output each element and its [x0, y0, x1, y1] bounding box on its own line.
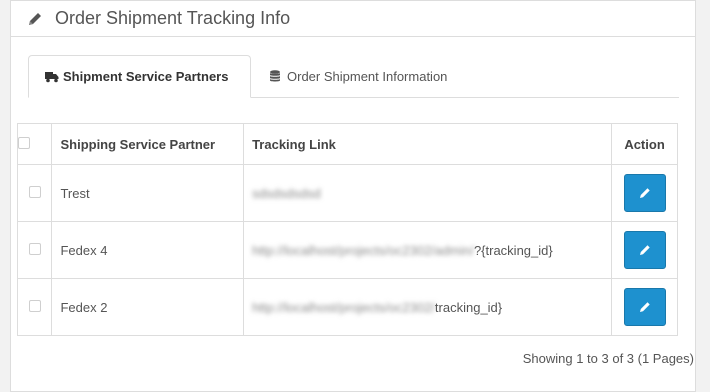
panel-title: Order Shipment Tracking Info [55, 8, 291, 28]
shipping-partners-table: Shipping Service Partner Tracking Link A… [16, 123, 678, 336]
row-checkbox[interactable] [28, 242, 41, 255]
tracking-link-redacted: sdsdsdsdsd [252, 185, 321, 201]
header-tracking-link[interactable]: Tracking Link [243, 123, 613, 165]
tracking-link-redacted: http://localhost/projects/oc2302/ [252, 299, 435, 315]
tab-label: Shipment Service Partners [63, 69, 229, 84]
tracking-link-visible: ?{tracking_id} [473, 242, 553, 258]
tracking-link: http://localhost/projects/oc2302/admin/?… [243, 221, 613, 279]
select-all-cell [16, 123, 53, 165]
edit-button[interactable] [623, 231, 666, 269]
edit-button[interactable] [623, 288, 666, 326]
pencil-icon [639, 245, 650, 255]
partner-name: Fedex 2 [51, 278, 245, 336]
header-partner[interactable]: Shipping Service Partner [51, 123, 245, 165]
tracking-link-redacted: http://localhost/projects/oc2302/admin/ [252, 242, 474, 258]
truck-icon [45, 71, 59, 83]
tab-bar: Shipment Service Partners Order Shipment… [28, 55, 679, 98]
pagination-summary: Showing 1 to 3 of 3 (1 Pages) [522, 351, 694, 366]
select-all-checkbox[interactable] [18, 136, 30, 149]
partner-name: Fedex 4 [51, 221, 245, 279]
pencil-icon [639, 188, 650, 198]
tab-label: Order Shipment Information [287, 68, 448, 84]
pencil-icon [27, 11, 43, 27]
tracking-link: http://localhost/projects/oc2302/trackin… [243, 278, 613, 336]
tracking-link-visible: tracking_id} [434, 299, 503, 315]
tab-shipment-service-partners[interactable]: Shipment Service Partners [28, 55, 251, 98]
database-icon [269, 70, 283, 82]
table-header-row: Shipping Service Partner Tracking Link A… [16, 123, 678, 165]
tab-order-shipment-information[interactable]: Order Shipment Information [269, 55, 447, 97]
table-row: Trest sdsdsdsdsd [16, 164, 678, 222]
table-row: Fedex 4 http://localhost/projects/oc2302… [16, 221, 678, 279]
row-checkbox[interactable] [28, 299, 41, 312]
tracking-link: sdsdsdsdsd [243, 164, 613, 222]
edit-button[interactable] [623, 174, 666, 212]
header-action: Action [611, 123, 678, 165]
partner-name: Trest [51, 164, 245, 222]
panel-heading: Order Shipment Tracking Info [11, 1, 695, 37]
row-checkbox[interactable] [28, 185, 41, 198]
table-row: Fedex 2 http://localhost/projects/oc2302… [16, 278, 678, 336]
pencil-icon [639, 302, 650, 312]
